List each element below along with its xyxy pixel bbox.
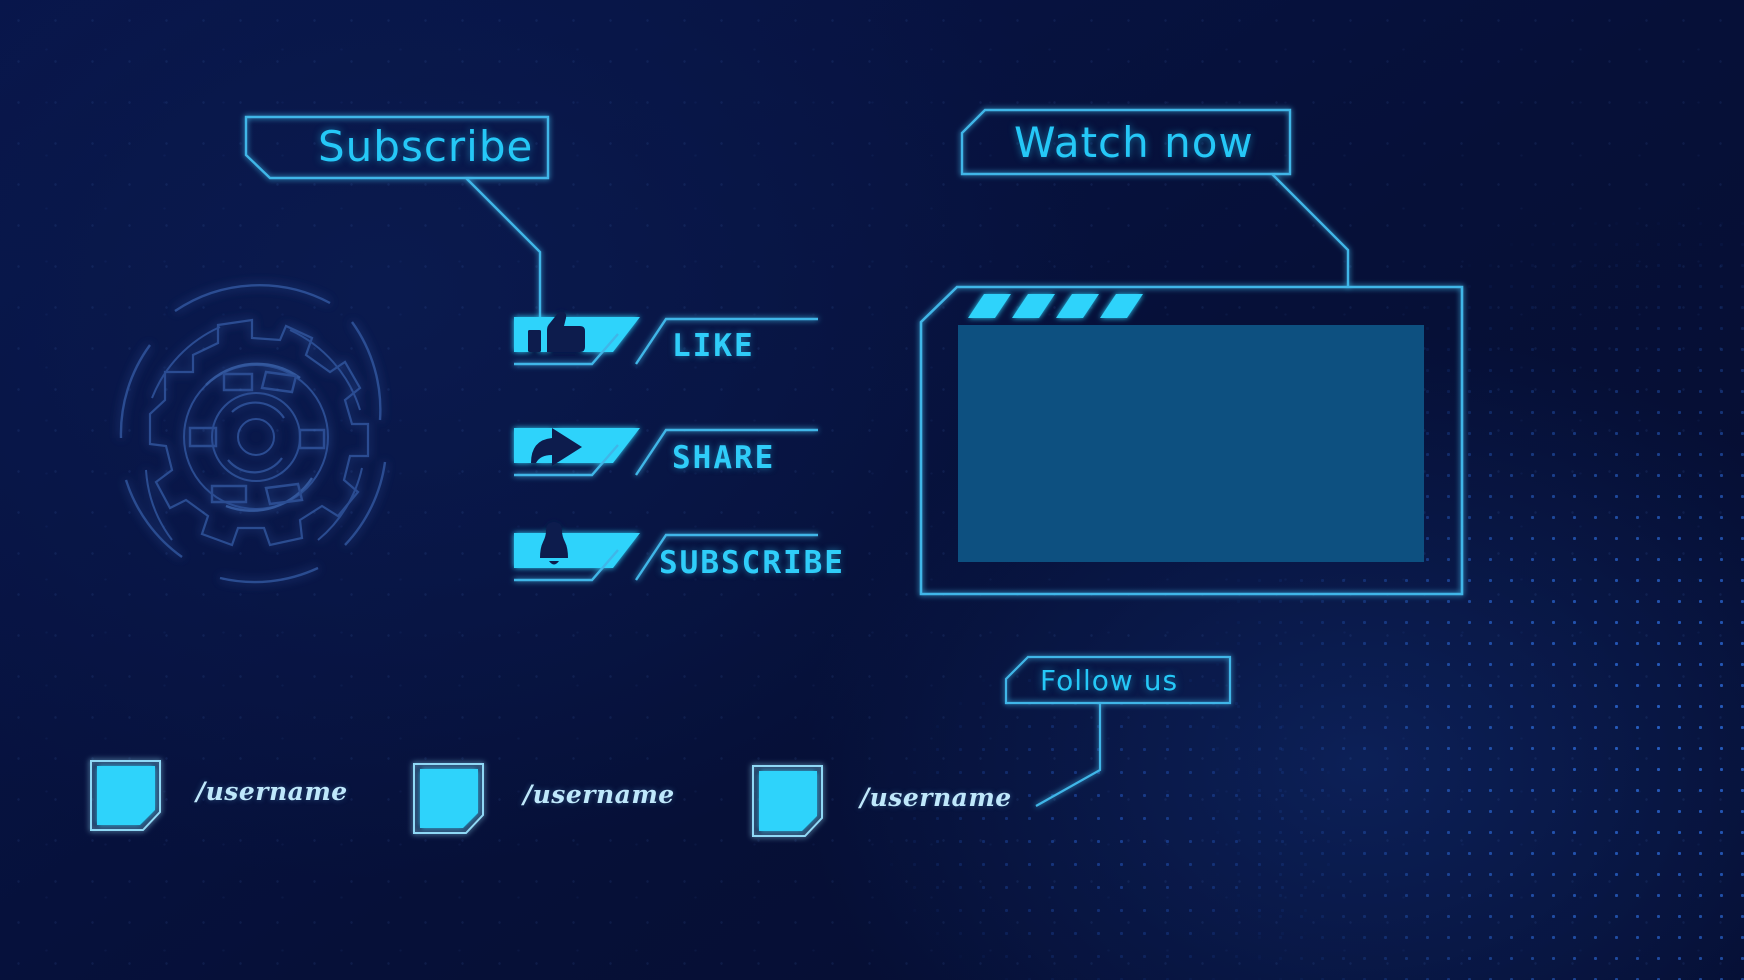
social-badge-1[interactable] xyxy=(90,760,161,831)
like-action-row[interactable] xyxy=(514,311,818,366)
hud-vector-layer xyxy=(90,108,1464,837)
share-action-label: SHARE xyxy=(672,440,776,476)
like-action-label: LIKE xyxy=(672,328,755,364)
hud-circular-tech-ornament xyxy=(119,284,387,584)
hud-overlay-canvas: Subscribe Watch now Follow us LIKE SHARE… xyxy=(0,0,1744,980)
social-badge-2[interactable] xyxy=(413,763,484,834)
social-handle-2: /username xyxy=(523,780,675,809)
subscribe-banner-label: Subscribe xyxy=(318,122,534,171)
social-handle-3: /username xyxy=(860,783,1012,812)
social-badge-3[interactable] xyxy=(752,765,823,837)
watch-now-banner-label: Watch now xyxy=(1014,118,1254,167)
subscribe-action-label: SUBSCRIBE xyxy=(659,545,845,581)
clapperboard-stripes xyxy=(968,294,1143,318)
follow-us-banner-label: Follow us xyxy=(1040,664,1179,697)
subscribe-icon-plate xyxy=(514,533,640,568)
player-screen xyxy=(958,325,1424,562)
video-player-frame[interactable] xyxy=(919,285,1464,596)
social-handle-1: /username xyxy=(196,777,348,806)
